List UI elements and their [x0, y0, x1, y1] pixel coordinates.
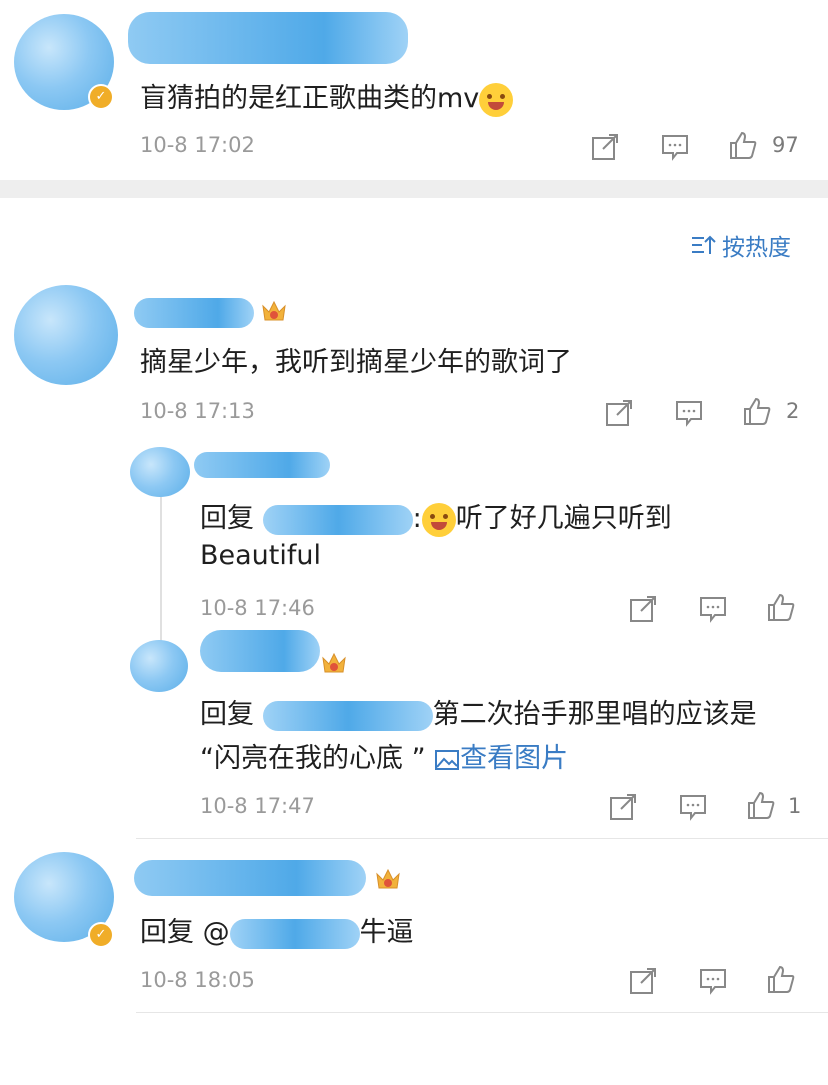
like-icon[interactable]	[766, 964, 796, 994]
reply-text-line2: “闪亮在我的心底 ” 查看图片	[200, 743, 569, 774]
emoji-icon	[479, 82, 514, 117]
mention-mask[interactable]	[262, 700, 433, 731]
sort-icon	[692, 235, 716, 254]
verified-badge-icon: ✓	[88, 84, 114, 110]
comment-text: 摘星少年，我听到摘星少年的歌词了	[140, 347, 572, 378]
like-count: 97	[772, 133, 799, 157]
reply-text: 回复 第二次抬手那里唱的应该是	[200, 699, 757, 731]
section-separator	[0, 180, 828, 198]
avatar[interactable]	[14, 285, 118, 385]
comment-time: 10-8 17:02	[140, 133, 255, 157]
mention-mask[interactable]	[262, 504, 413, 535]
comment-icon[interactable]	[674, 398, 704, 428]
comment-icon[interactable]	[678, 792, 708, 822]
crown-icon	[262, 300, 286, 321]
thread-line	[160, 480, 162, 650]
comment-text: 回复 @ 牛逼	[140, 917, 414, 949]
image-icon	[435, 749, 460, 770]
crown-icon	[322, 652, 346, 673]
share-icon[interactable]	[590, 132, 620, 162]
comment-icon[interactable]	[698, 594, 728, 624]
divider	[136, 838, 828, 839]
laughing-emoji-icon	[421, 502, 456, 537]
share-icon[interactable]	[628, 966, 658, 996]
like-count: 1	[788, 794, 802, 818]
like-count: 2	[786, 399, 800, 423]
reply-time: 10-8 17:46	[200, 596, 315, 620]
share-icon[interactable]	[608, 792, 638, 822]
comment-icon[interactable]	[660, 132, 690, 162]
divider	[136, 1012, 828, 1013]
verified-badge-icon: ✓	[88, 922, 114, 948]
reply-text: 回复 : 听了好几遍只听到	[200, 496, 672, 537]
username-mask[interactable]	[200, 630, 320, 672]
crown-icon	[376, 868, 400, 889]
view-image-link[interactable]: 查看图片	[434, 743, 568, 774]
username-mask[interactable]	[134, 860, 366, 896]
sort-label: 按热度	[722, 235, 791, 261]
mention-mask[interactable]	[229, 918, 360, 949]
username-mask[interactable]	[134, 298, 254, 328]
avatar[interactable]	[130, 640, 188, 692]
sort-by-heat-button[interactable]: 按热度	[690, 228, 791, 262]
comment-icon[interactable]	[698, 966, 728, 996]
avatar[interactable]	[130, 447, 190, 497]
like-icon[interactable]	[746, 790, 776, 820]
like-icon[interactable]	[766, 592, 796, 622]
comment-time: 10-8 17:13	[140, 399, 255, 423]
username-mask[interactable]	[194, 452, 330, 478]
comment-text: 盲猜拍的是红正歌曲类的mv	[140, 76, 514, 117]
comment-time: 10-8 18:05	[140, 968, 255, 992]
reply-time: 10-8 17:47	[200, 794, 315, 818]
share-icon[interactable]	[604, 398, 634, 428]
username-mask[interactable]	[128, 12, 408, 64]
like-icon[interactable]	[742, 396, 772, 426]
reply-text-line2: Beautiful	[200, 540, 321, 571]
share-icon[interactable]	[628, 594, 658, 624]
like-icon[interactable]	[728, 130, 758, 160]
